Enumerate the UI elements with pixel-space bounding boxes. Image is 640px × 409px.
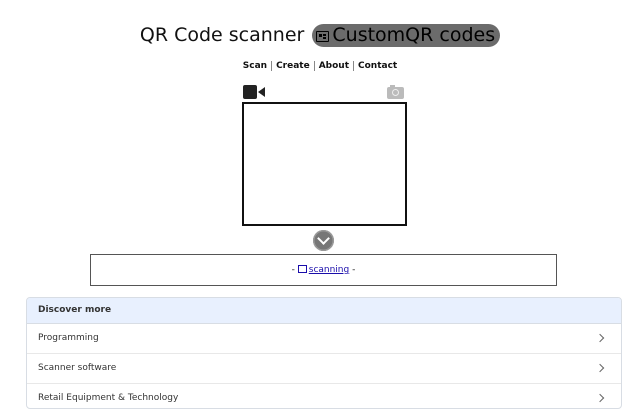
photo-camera-icon[interactable]: [387, 85, 404, 99]
nav-create[interactable]: Create: [272, 61, 315, 71]
scanning-link-label: scanning: [308, 265, 350, 275]
discover-more-panel: Discover more Programming Scanner softwa…: [26, 297, 622, 409]
nav-about[interactable]: About: [314, 61, 355, 71]
id-card-icon: [316, 31, 330, 42]
scanning-link[interactable]: scanning: [297, 264, 350, 275]
nav-scan[interactable]: Scan: [238, 61, 273, 71]
main-nav: Scan Create About Contact: [0, 61, 640, 71]
custom-qr-codes-label: CustomQR codes: [332, 24, 496, 46]
nav-contact[interactable]: Contact: [354, 61, 401, 71]
discover-more-header: Discover more: [27, 298, 621, 324]
chevron-right-icon: [595, 393, 605, 403]
discover-item-label: Programming: [38, 333, 99, 343]
result-suffix: -: [349, 265, 356, 275]
title-text: QR Code scanner: [139, 24, 305, 46]
chevron-right-icon: [595, 333, 605, 343]
discover-item-programming[interactable]: Programming: [27, 324, 621, 354]
discover-item-scanner-software[interactable]: Scanner software: [27, 354, 621, 384]
discover-item-label: Retail Equipment & Technology: [38, 393, 179, 403]
video-camera-icon[interactable]: [243, 85, 265, 99]
chevron-down-circle-icon[interactable]: [313, 230, 334, 251]
qr-code-icon: [297, 264, 307, 273]
scanner-viewport[interactable]: [242, 102, 407, 226]
scan-result-box: - scanning -: [90, 254, 557, 286]
chevron-right-icon: [595, 363, 605, 373]
discover-item-label: Scanner software: [38, 363, 117, 373]
discover-item-retail-equipment[interactable]: Retail Equipment & Technology: [27, 384, 621, 408]
page-title: QR Code scanner CustomQR codes: [0, 22, 640, 48]
custom-qr-codes-button[interactable]: CustomQR codes: [312, 24, 501, 47]
